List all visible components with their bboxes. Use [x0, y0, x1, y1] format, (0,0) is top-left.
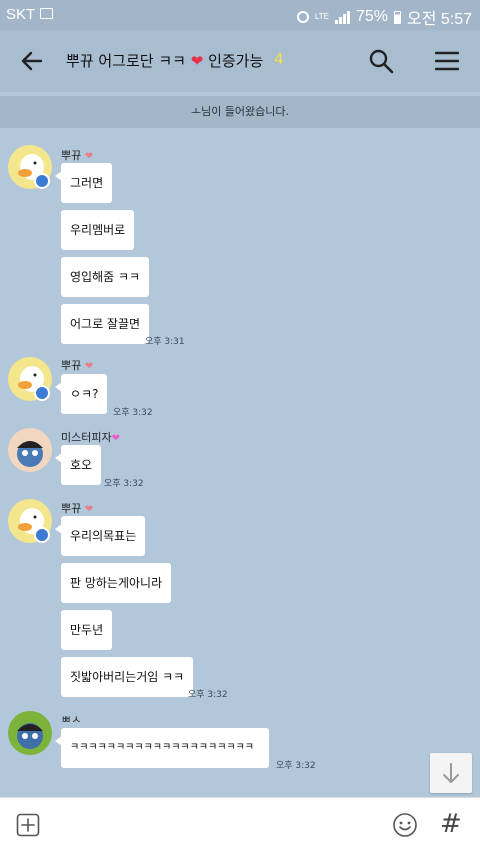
heart-icon: ❤ — [111, 433, 120, 444]
hash-icon[interactable]: # — [440, 810, 466, 838]
menu-icon[interactable] — [435, 50, 459, 72]
chat-title-suffix: 인증가능 — [208, 52, 264, 70]
sender-name-text: ㅃㅅ — [61, 713, 82, 726]
chat-title-text: 뿌뀨 어그로단 ㅋㅋ — [66, 52, 186, 70]
signal-icon — [334, 10, 350, 24]
chat-title: 뿌뀨 어그로단 ㅋㅋ ❤ 인증가능 — [66, 50, 263, 71]
avatar[interactable] — [8, 711, 52, 755]
message-bubble[interactable]: ㅋㅋㅋㅋㅋㅋㅋㅋㅋㅋㅋㅋㅋㅋㅋㅋㅋㅋㅋㅋ — [55, 728, 269, 768]
alarm-icon — [296, 11, 309, 23]
carrier-label: SKT — [6, 6, 36, 23]
message-bubble[interactable]: 호오 — [54, 445, 102, 485]
avatar[interactable] — [8, 428, 52, 472]
crown-badge-icon — [34, 173, 50, 189]
message-input-bar: # — [0, 797, 480, 854]
plus-icon[interactable] — [16, 813, 40, 837]
heart-icon: ❤ — [84, 504, 94, 515]
sender-name-text: 미스터피자 — [61, 431, 112, 444]
emoji-icon[interactable] — [392, 812, 418, 838]
message-time: 오후 3:32 — [276, 761, 316, 771]
sender-name-text: 뿌뀨 — [61, 149, 82, 162]
message-bubble[interactable]: 우리의목표는 — [54, 516, 146, 556]
sender-name-text: 뿌뀨 — [61, 502, 82, 515]
heart-icon: ❤ — [84, 151, 94, 162]
character-avatar-icon — [17, 723, 43, 749]
heart-icon: ❤ — [190, 52, 204, 70]
message-time: 오후 3:32 — [113, 408, 153, 418]
battery-percent: 75% — [355, 8, 388, 25]
character-avatar-icon — [17, 441, 43, 467]
status-indicators: LTE 75% 오전 5:57 — [296, 5, 472, 29]
crown-badge-icon — [34, 385, 50, 401]
message-time: 오후 3:32 — [188, 690, 228, 700]
member-count: 4 — [274, 50, 284, 68]
message-bubble[interactable]: 만두년 — [61, 610, 113, 650]
heart-icon: ❤ — [84, 361, 94, 372]
search-icon[interactable] — [368, 48, 394, 74]
clock: 오전 5:57 — [406, 11, 472, 28]
arrow-down-icon — [443, 763, 459, 783]
chat-header: 뿌뀨 어그로단 ㅋㅋ ❤ 인증가능 4 — [0, 30, 480, 92]
image-notification-icon — [40, 8, 53, 19]
message-bubble[interactable]: ㅇㅋ? — [54, 374, 108, 414]
message-bubble[interactable]: 우리멤버로 — [61, 210, 135, 250]
scroll-to-bottom-button[interactable] — [430, 753, 472, 793]
sender-name-text: 뿌뀨 — [61, 359, 82, 372]
sender-name: ㅃㅅ — [61, 711, 81, 727]
system-notice: ㅗ님이 들어왔습니다. — [0, 96, 480, 128]
message-bubble[interactable]: 판 망하는게아니라 — [61, 563, 172, 603]
network-type: LTE — [314, 12, 329, 21]
status-bar: SKT LTE 75% 오전 5:57 — [0, 0, 480, 30]
sender-name: 뿌뀨 ❤ — [61, 147, 93, 163]
sender-name: 미스터피자❤ — [61, 429, 120, 445]
battery-icon — [393, 10, 401, 24]
message-time: 오후 3:32 — [104, 479, 144, 489]
crown-badge-icon — [34, 527, 50, 543]
sender-name: 뿌뀨 ❤ — [61, 357, 93, 373]
message-bubble[interactable]: 짓밟아버리는거임 ㅋㅋ — [61, 657, 194, 697]
message-time: 오후 3:31 — [145, 337, 185, 347]
back-arrow-icon[interactable] — [20, 49, 44, 73]
message-bubble[interactable]: 어그로 잘끌면 — [61, 304, 150, 344]
message-bubble[interactable]: 영입해줌 ㅋㅋ — [61, 257, 150, 297]
message-bubble[interactable]: 그러면 — [54, 163, 113, 203]
sender-name: 뿌뀨 ❤ — [61, 500, 93, 516]
